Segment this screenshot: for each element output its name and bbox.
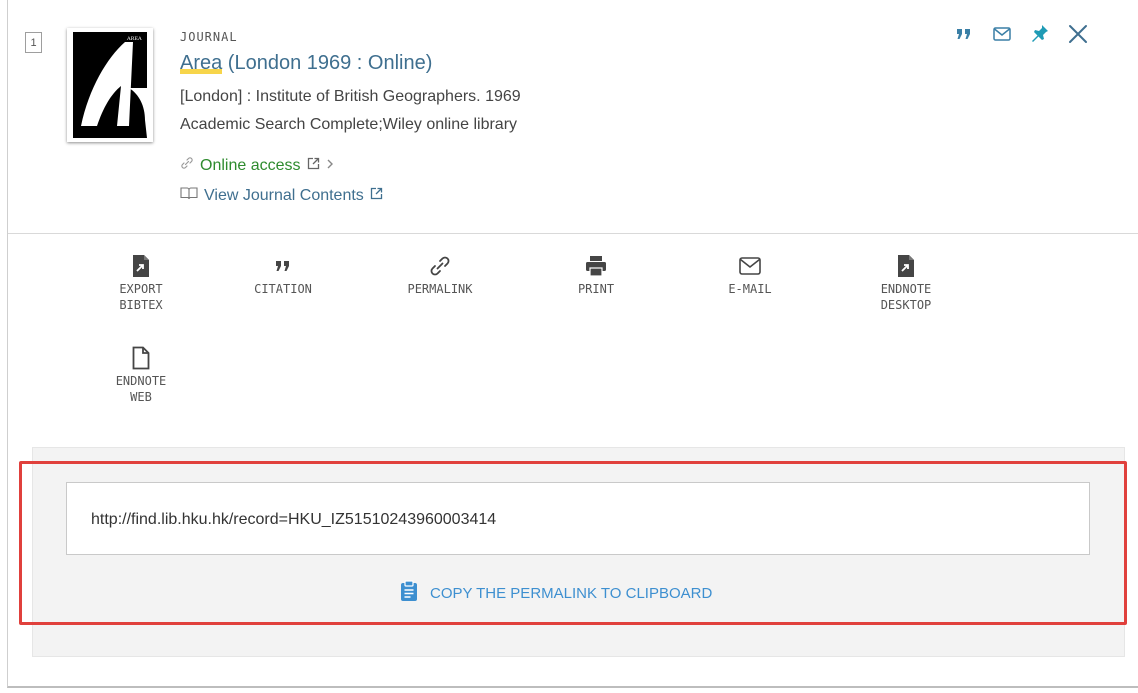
quote-icon xyxy=(228,252,338,280)
chevron-right-icon xyxy=(326,157,334,175)
record-sources: Academic Search Complete;Wiley online li… xyxy=(180,116,518,133)
envelope-icon xyxy=(695,252,805,280)
export-file-icon xyxy=(86,252,196,280)
action-endnote-web[interactable]: ENDNOTE WEB xyxy=(86,344,196,405)
record-type: JOURNAL xyxy=(180,30,238,44)
action-endnote-desktop-line1: ENDNOTE xyxy=(880,282,932,296)
action-print[interactable]: PRINT xyxy=(541,252,651,297)
pin-icon[interactable] xyxy=(1021,22,1059,46)
action-export-bibtex[interactable]: EXPORT BIBTEX xyxy=(86,252,196,313)
view-journal-contents-link[interactable]: View Journal Contents xyxy=(180,186,383,205)
email-icon[interactable] xyxy=(983,22,1021,46)
link-icon xyxy=(180,156,194,175)
book-icon xyxy=(180,186,198,205)
view-journal-contents-label[interactable]: View Journal Contents xyxy=(204,187,364,205)
permalink-field[interactable]: http://find.lib.hku.hk/record=HKU_IZ5151… xyxy=(66,482,1090,555)
action-email-label: E-MAIL xyxy=(728,282,772,296)
title-highlight[interactable]: Area xyxy=(180,52,223,74)
printer-icon xyxy=(541,252,651,280)
result-number: 1 xyxy=(25,32,42,53)
action-citation[interactable]: CITATION xyxy=(228,252,338,297)
action-endnote-web-line2: WEB xyxy=(130,390,152,404)
action-permalink-label: PERMALINK xyxy=(407,282,473,296)
record-title[interactable]: Area (London 1969 : Online) xyxy=(180,52,432,75)
action-endnote-desktop[interactable]: ENDNOTE DESKTOP xyxy=(851,252,961,313)
citation-icon[interactable] xyxy=(945,22,983,46)
document-icon xyxy=(86,344,196,372)
title-rest[interactable]: (London 1969 : Online) xyxy=(222,52,433,74)
action-export-bibtex-line2: BIBTEX xyxy=(119,298,163,312)
external-link-icon xyxy=(370,187,383,205)
record-publisher: [London] : Institute of British Geograph… xyxy=(180,88,521,105)
thumbnail-label: AREA xyxy=(126,36,142,42)
copy-permalink-label[interactable]: COPY THE PERMALINK TO CLIPBOARD xyxy=(430,585,712,602)
action-export-bibtex-line1: EXPORT xyxy=(119,282,163,296)
online-access-link[interactable]: Online access xyxy=(180,156,334,175)
action-print-label: PRINT xyxy=(577,282,615,296)
record-top-actions xyxy=(945,22,1097,46)
copy-permalink-button[interactable]: COPY THE PERMALINK TO CLIPBOARD xyxy=(400,580,712,606)
close-icon[interactable] xyxy=(1059,22,1097,46)
journal-thumbnail[interactable]: AREA xyxy=(67,28,153,142)
action-citation-label: CITATION xyxy=(254,282,312,296)
online-access-label[interactable]: Online access xyxy=(200,157,301,175)
link-icon xyxy=(385,252,495,280)
export-file-icon xyxy=(851,252,961,280)
action-endnote-web-line1: ENDNOTE xyxy=(115,374,167,388)
section-divider xyxy=(8,233,1138,234)
action-permalink[interactable]: PERMALINK xyxy=(385,252,495,297)
action-endnote-desktop-line2: DESKTOP xyxy=(880,298,932,312)
external-link-icon xyxy=(307,157,320,175)
action-email[interactable]: E-MAIL xyxy=(695,252,805,297)
clipboard-icon xyxy=(400,580,418,606)
